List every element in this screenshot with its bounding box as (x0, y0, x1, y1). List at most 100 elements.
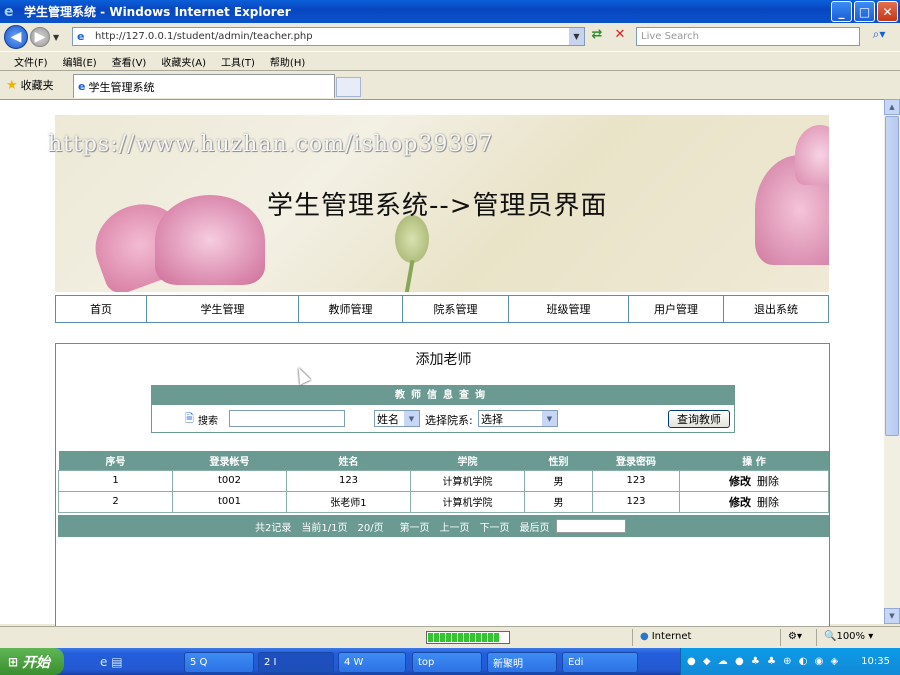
progress-segment (452, 633, 457, 642)
col-actions: 操 作 (679, 451, 829, 470)
search-header: 教师信息查询 (152, 386, 734, 405)
nav-students[interactable]: 学生管理 (147, 296, 299, 322)
cell-account: t001 (172, 490, 287, 513)
taskbar-button[interactable]: Edi (562, 652, 638, 673)
taskbar-button[interactable]: 5 Q (184, 652, 254, 673)
table-header-row: 序号 登录帐号 姓名 学院 性别 登录密码 操 作 (58, 451, 829, 470)
menu-file[interactable]: 文件(F) (14, 54, 48, 69)
search-placeholder: Live Search (641, 31, 699, 42)
teacher-table: 序号 登录帐号 姓名 学院 性别 登录密码 操 作 1 t002 123 计算机… (58, 451, 829, 513)
zoom-control[interactable]: 🔍100% ▾ (824, 631, 873, 642)
nav-teachers[interactable]: 教师管理 (299, 296, 403, 322)
menu-view[interactable]: 查看(V) (112, 54, 147, 69)
taskbar-button[interactable]: 4 W (338, 652, 406, 673)
browser-tab[interactable]: e 学生管理系统 (73, 74, 335, 98)
search-input[interactable]: Live Search (636, 27, 860, 46)
search-doc-icon: 🗎 (185, 412, 194, 425)
edit-link[interactable]: 修改 (729, 475, 751, 488)
folder-quicklaunch-icon[interactable]: ▤ (111, 655, 122, 669)
pager-total: 共2记录 (255, 522, 292, 534)
dept-select[interactable]: 选择 ▼ (478, 410, 558, 427)
cell-id: 1 (58, 469, 173, 492)
status-bar: ● Internet ⚙▾ 🔍100% ▾ (0, 626, 900, 648)
cell-account: t002 (172, 469, 287, 492)
pager-first[interactable]: 第一页 (400, 519, 430, 534)
tab-page-icon: e (78, 80, 86, 93)
nav-home[interactable]: 首页 (56, 296, 147, 322)
nav-departments[interactable]: 院系管理 (403, 296, 509, 322)
window-controls: _ □ ✕ (831, 1, 898, 22)
cell-actions: 修改 删除 (679, 490, 829, 513)
menu-help[interactable]: 帮助(H) (270, 54, 305, 69)
menu-favorites[interactable]: 收藏夹(A) (161, 54, 206, 69)
window-titlebar: e 学生管理系统 - Windows Internet Explorer _ □… (0, 0, 900, 23)
pager-prev[interactable]: 上一页 (440, 519, 470, 534)
forward-button[interactable]: ▶ (30, 27, 50, 47)
banner-title: 学生管理系统-->管理员界面 (267, 191, 608, 221)
protected-mode-icon[interactable]: ⚙▾ (788, 631, 802, 642)
tab-title: 学生管理系统 (88, 80, 155, 94)
pager-last[interactable]: 最后页 (520, 519, 550, 534)
taskbar-button-label: 2 I (264, 657, 277, 668)
back-button[interactable]: ◀ (4, 25, 28, 49)
col-account: 登录帐号 (172, 451, 287, 470)
taskbar-button[interactable]: top (412, 652, 482, 673)
nav-users[interactable]: 用户管理 (629, 296, 724, 322)
search-icon[interactable]: ⌕▾ (864, 27, 894, 46)
ie-logo-icon: e (4, 3, 14, 20)
zone-label: Internet (651, 631, 692, 642)
lotus-image (155, 195, 265, 285)
taskbar-button-label: 4 W (344, 657, 364, 668)
zoom-level: 100% (836, 631, 866, 642)
vertical-scrollbar[interactable]: ▲ ▼ (884, 99, 900, 624)
taskbar-button-label: top (418, 657, 435, 668)
pager-next[interactable]: 下一页 (480, 519, 510, 534)
taskbar-button-label: 5 Q (190, 657, 208, 668)
delete-link[interactable]: 删除 (757, 496, 779, 509)
query-teacher-button[interactable]: 查询教师 (668, 410, 730, 428)
nav-logout[interactable]: 退出系统 (724, 296, 828, 322)
panel-title: 添加老师 (415, 352, 472, 368)
menu-tools[interactable]: 工具(T) (221, 54, 255, 69)
progress-segment (470, 633, 475, 642)
favorites-button[interactable]: 收藏夹 (21, 77, 54, 93)
scroll-up-icon[interactable]: ▲ (884, 99, 900, 115)
edit-link[interactable]: 修改 (729, 496, 751, 509)
close-button[interactable]: ✕ (877, 1, 898, 22)
teacher-panel: 添加老师 教师信息查询 🗎 搜索 姓名 ▼ 选择院系: 选择 ▼ 查询教师 序号… (55, 343, 830, 628)
field-select[interactable]: 姓名 ▼ (374, 410, 420, 427)
progress-segment (458, 633, 463, 642)
status-divider (780, 629, 781, 646)
address-input[interactable]: e http://127.0.0.1/student/admin/teacher… (72, 27, 585, 46)
refresh-icon[interactable]: ⇄ (588, 27, 606, 45)
progress-segment (476, 633, 481, 642)
tray-icons[interactable]: ● ◆ ☁ ● ♣ ♣ ⊕ ◐ ◉ ◈ (687, 656, 840, 667)
menu-edit[interactable]: 编辑(E) (63, 54, 97, 69)
keyword-input[interactable] (229, 410, 345, 427)
lotus-bud-image (395, 215, 429, 263)
progress-segment (434, 633, 439, 642)
start-button[interactable]: ⊞ 开始 (0, 648, 64, 675)
page-jump-select[interactable] (555, 519, 626, 533)
clock: 10:35 (861, 656, 890, 667)
maximize-button[interactable]: □ (854, 1, 875, 22)
ie-quicklaunch-icon[interactable]: e (100, 655, 107, 669)
taskbar-button[interactable]: 新聚明 (487, 652, 557, 673)
start-label: 开始 (22, 654, 51, 671)
delete-link[interactable]: 删除 (757, 475, 779, 488)
scroll-thumb[interactable] (885, 116, 899, 436)
address-dropdown-icon[interactable]: ▼ (569, 28, 584, 45)
nav-classes[interactable]: 班级管理 (509, 296, 629, 322)
new-tab-button[interactable] (336, 77, 361, 97)
cell-id: 2 (58, 490, 173, 513)
progress-segment (488, 633, 493, 642)
history-dropdown-icon[interactable]: ▼ (53, 33, 63, 42)
stop-icon[interactable]: ✕ (611, 27, 629, 45)
minimize-button[interactable]: _ (831, 1, 852, 22)
pager-per-page: 20/页 (357, 522, 384, 534)
scroll-down-icon[interactable]: ▼ (884, 608, 900, 624)
star-icon[interactable]: ★ (6, 78, 18, 93)
taskbar-button-active[interactable]: 2 I (258, 652, 334, 673)
chevron-down-icon[interactable]: ▼ (542, 411, 557, 426)
chevron-down-icon[interactable]: ▼ (404, 411, 419, 426)
